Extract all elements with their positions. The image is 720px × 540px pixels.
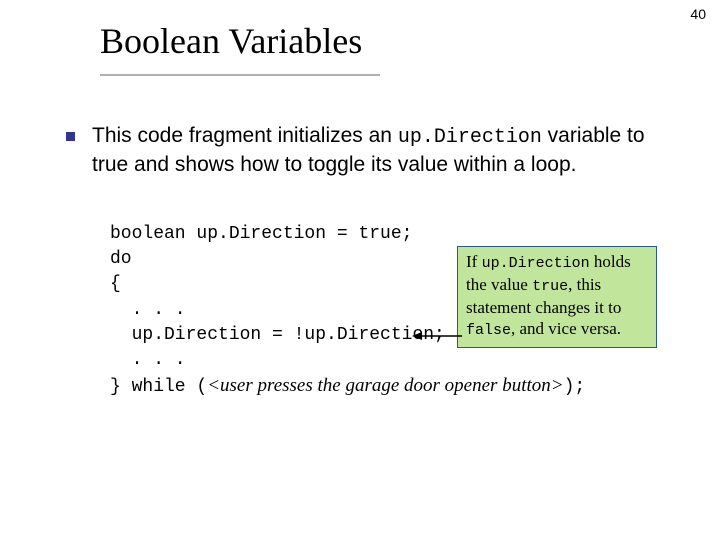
callout-p1: If [466, 252, 482, 271]
callout-box: If up.Direction holds the value true, th… [457, 246, 657, 348]
code-l6: . . . [110, 350, 186, 370]
code-l4: . . . [110, 300, 186, 320]
callout-c1: up.Direction [482, 255, 590, 272]
arrow-icon [412, 329, 462, 343]
page-number: 40 [690, 6, 706, 22]
code-l7b: <user presses the garage door opener but… [207, 375, 563, 396]
callout-p4: , and vice versa. [511, 319, 621, 338]
code-l2: do [110, 249, 132, 269]
slide-title: Boolean Variables [100, 20, 362, 62]
code-l7a: } while ( [110, 377, 207, 397]
code-l1: boolean up.Direction = true; [110, 224, 412, 244]
slide: 40 Boolean Variables This code fragment … [0, 0, 720, 540]
title-underline [100, 74, 380, 76]
code-l5: up.Direction = !up.Direction; [110, 325, 445, 345]
callout-c2: true [532, 278, 568, 295]
callout-c3: false [466, 322, 511, 339]
code-l3: { [110, 274, 121, 294]
body-pre: This code fragment initializes an [92, 124, 398, 147]
body-code-var: up.Direction [398, 126, 542, 149]
body-paragraph: This code fragment initializes an up.Dir… [92, 122, 652, 179]
bullet-icon [66, 132, 75, 141]
code-l7c: ); [564, 377, 586, 397]
